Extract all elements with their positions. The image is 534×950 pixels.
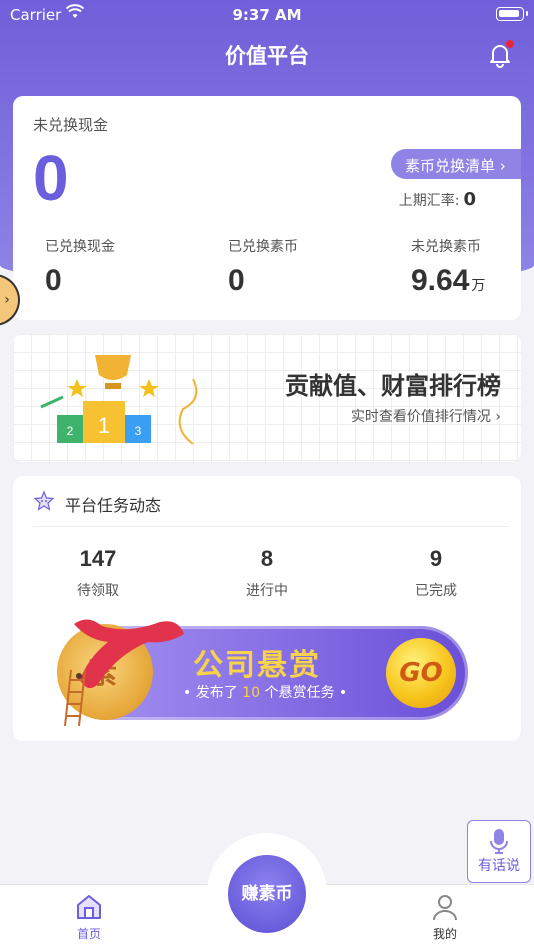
ladder-icon xyxy=(64,669,86,727)
page-title: 价值平台 xyxy=(225,44,309,68)
home-icon xyxy=(77,895,101,919)
stat-value: 0 xyxy=(228,264,245,297)
task-stat-label: 已完成 xyxy=(415,583,457,599)
task-stat-completed[interactable]: 9 已完成 xyxy=(376,546,496,600)
banner-sub-prefix: • 发布了 xyxy=(183,685,238,701)
go-button[interactable]: GO xyxy=(386,638,456,708)
tasks-title: 平台任务动态 xyxy=(65,496,162,515)
task-stat-label: 进行中 xyxy=(246,583,288,599)
status-time: 9:37 AM xyxy=(232,6,302,24)
stat-exchanged-coins: 已兑换素币 0 xyxy=(228,236,368,298)
divider xyxy=(33,526,509,527)
tab-me[interactable]: 我的 xyxy=(410,893,480,942)
ranking-card[interactable]: 2 1 3 贡献值、财富排行榜 实时查看价值排行情况 › xyxy=(13,334,521,462)
status-bar: Carrier 9:37 AM xyxy=(0,0,534,30)
ranking-title: 贡献值、财富排行榜 xyxy=(285,372,501,400)
banner-subtitle: • 发布了 10 个悬赏任务 • xyxy=(183,682,347,702)
task-stat-pending[interactable]: 147 待领取 xyxy=(38,546,158,600)
stat-number: 9.64 xyxy=(411,264,470,297)
podium-rank-2: 2 xyxy=(67,424,74,438)
star-badge-icon xyxy=(33,490,55,511)
podium-rank-3: 3 xyxy=(135,424,142,438)
unexchanged-cash-value: 0 xyxy=(33,142,69,214)
microphone-icon xyxy=(490,829,508,854)
feedback-button[interactable]: 有话说 xyxy=(467,820,531,883)
user-icon xyxy=(433,895,457,921)
stat-label: 已兑换素币 xyxy=(228,239,298,255)
stat-value: 0 xyxy=(45,264,62,297)
exchange-list-button[interactable]: 素币兑换清单 › xyxy=(391,149,521,179)
notification-bell-icon[interactable] xyxy=(486,40,514,68)
podium-rank-1: 1 xyxy=(98,413,110,438)
tab-label: 我的 xyxy=(432,927,457,941)
stat-unit: 万 xyxy=(471,277,486,293)
tab-label: 首页 xyxy=(76,927,101,941)
banner-count: 10 xyxy=(242,685,260,701)
task-stat-value: 8 xyxy=(260,546,274,571)
chevron-right-icon: › xyxy=(4,292,10,308)
task-stat-value: 147 xyxy=(79,546,117,571)
task-stat-value: 9 xyxy=(429,546,443,571)
stat-exchanged-cash: 已兑换现金 0 xyxy=(45,236,185,298)
battery-icon xyxy=(496,7,528,21)
stat-label: 未兑换素币 xyxy=(411,239,481,255)
banner-title: 公司悬赏 xyxy=(193,648,321,683)
ranking-subtitle: 实时查看价值排行情况 › xyxy=(350,409,501,425)
earn-coins-button[interactable]: 赚素币 xyxy=(228,855,306,933)
last-rate: 上期汇率: 0 xyxy=(399,189,476,210)
rate-value: 0 xyxy=(463,189,476,210)
task-stat-label: 待领取 xyxy=(77,583,119,599)
tab-home[interactable]: 首页 xyxy=(54,893,124,942)
cash-card: 未兑换现金 0 素币兑换清单 › 上期汇率: 0 已兑换现金 0 已兑换素币 0 … xyxy=(13,96,521,320)
stat-label: 已兑换现金 xyxy=(45,239,115,255)
tasks-card: 平台任务动态 147 待领取 8 进行中 9 已完成 素 公司悬赏 • 发布了 … xyxy=(13,476,521,741)
feedback-label: 有话说 xyxy=(478,858,520,874)
trophy-podium-icon: 2 1 3 xyxy=(40,355,198,445)
company-bounty-banner[interactable]: 素 公司悬赏 • 发布了 10 个悬赏任务 • GO xyxy=(57,619,468,727)
rate-label: 上期汇率: xyxy=(398,193,460,209)
notification-dot xyxy=(506,40,514,48)
stat-unexchanged-coins: 未兑换素币 9.64 万 xyxy=(411,236,534,298)
task-stat-in-progress[interactable]: 8 进行中 xyxy=(207,546,327,600)
banner-sub-suffix: 个悬赏任务 • xyxy=(264,685,348,701)
unexchanged-cash-label: 未兑换现金 xyxy=(33,116,109,134)
stat-value: 9.64 万 xyxy=(411,264,534,298)
